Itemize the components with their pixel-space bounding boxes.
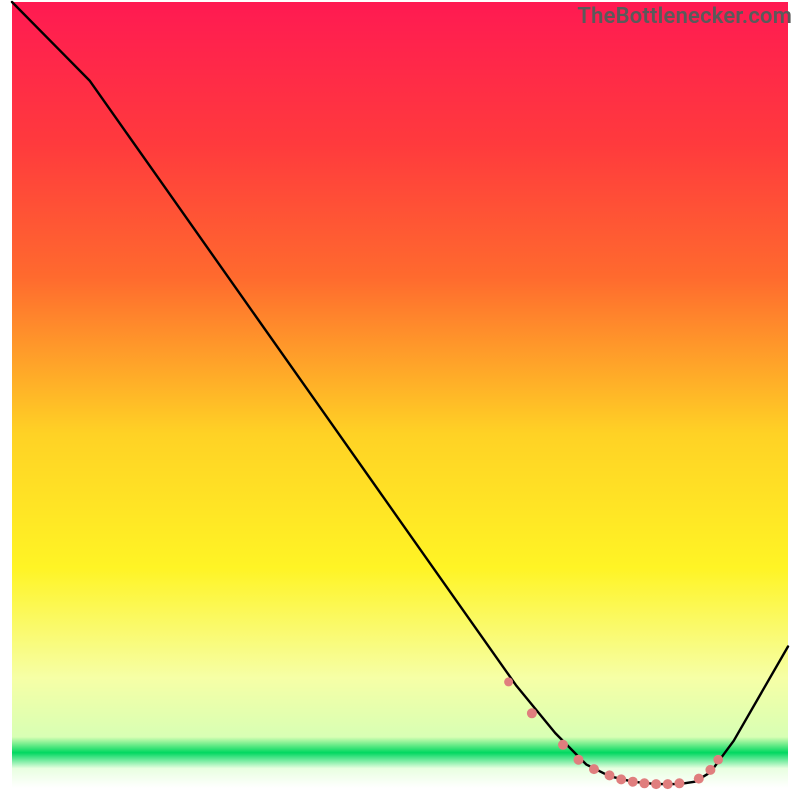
curve-marker [651,779,661,789]
bottleneck-chart: TheBottlenecker.com [0,0,800,800]
curve-marker [616,774,626,784]
watermark-text: TheBottlenecker.com [577,4,792,29]
curve-marker [639,778,649,788]
curve-marker [663,779,673,789]
curve-marker [589,764,599,774]
curve-marker [705,765,715,775]
curve-marker [574,755,584,765]
curve-marker [504,677,513,686]
curve-marker [628,777,638,787]
curve-marker [558,740,568,750]
curve-marker [694,774,704,784]
gradient-background [12,2,788,788]
curve-marker [713,755,723,765]
curve-marker [527,708,537,718]
plot-svg [0,0,800,800]
curve-marker [674,778,684,788]
curve-marker [605,770,615,780]
